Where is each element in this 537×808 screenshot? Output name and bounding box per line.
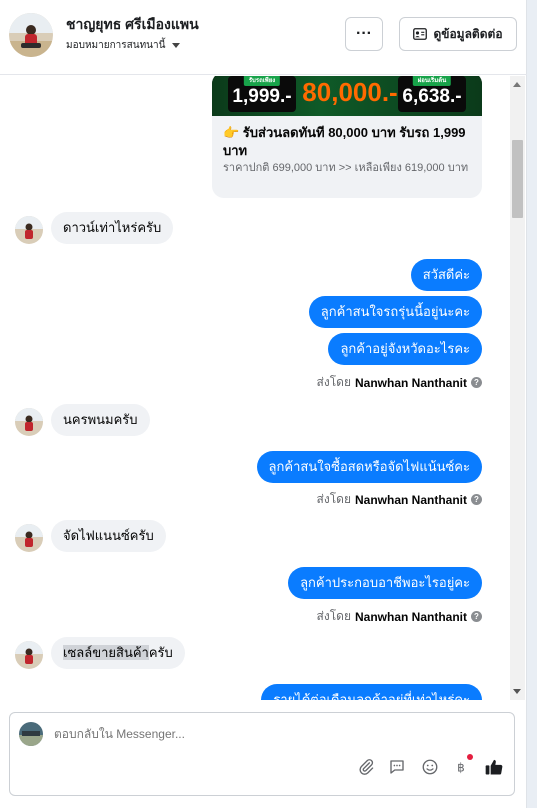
- page-avatar: [19, 722, 43, 746]
- outgoing-message[interactable]: ลูกค้าอยู่จังหวัดอะไรคะ: [328, 333, 482, 365]
- help-icon[interactable]: ?: [471, 611, 482, 622]
- promo-price-right: ผ่อนเริ่มต้น 6,638.-: [398, 76, 466, 112]
- message-list[interactable]: รับรถเพียง 1,999.- 80,000.- ผ่อนเริ่มต้น…: [0, 76, 510, 700]
- promo-price-mid: 80,000.-: [302, 77, 398, 107]
- sent-by-label: ส่งโดย Nanwhan Nanthanit?: [317, 373, 482, 392]
- scroll-thumb[interactable]: [512, 140, 523, 218]
- notification-dot: [467, 754, 473, 760]
- sent-by-label: ส่งโดย Nanwhan Nanthanit?: [317, 490, 482, 509]
- more-label: ···: [356, 25, 372, 42]
- view-contact-label: ดูข้อมูลติดต่อ: [433, 26, 503, 41]
- reply-composer: ฿: [9, 712, 515, 796]
- promo-card[interactable]: รับรถเพียง 1,999.- 80,000.- ผ่อนเริ่มต้น…: [212, 76, 482, 198]
- conversation-header: ชาญยุทธ ศรีเมืองแพน มอบหมายการสนทนานี้ ·…: [0, 0, 527, 75]
- incoming-message[interactable]: จัดไฟแนนซ์ครับ: [51, 520, 166, 552]
- message-row: นครพนมครับ: [0, 404, 510, 436]
- assign-conversation[interactable]: มอบหมายการสนทนานี้: [66, 38, 181, 53]
- scroll-up-arrow-icon[interactable]: [513, 82, 521, 87]
- contact-name: ชาญยุทธ ศรีเมืองแพน: [66, 16, 199, 32]
- promo-price-left: รับรถเพียง 1,999.-: [228, 76, 296, 112]
- incoming-message[interactable]: ดาวน์เท่าไหร่ครับ: [51, 212, 174, 244]
- assign-label: มอบหมายการสนทนานี้: [66, 40, 166, 51]
- contact-avatar-small: [15, 641, 43, 669]
- promo-title: 👉 รับส่วนลดทันที 80,000 บาท รับรถ 1,999 …: [223, 125, 466, 158]
- outgoing-message[interactable]: สวัสดีค่ะ: [410, 259, 482, 291]
- message-row: เซลล์ขายสินค้าครับ: [0, 637, 510, 669]
- help-icon[interactable]: ?: [471, 494, 482, 505]
- page-background-strip: [527, 0, 537, 808]
- reply-input[interactable]: [54, 727, 494, 741]
- chat-bubble-icon[interactable]: [387, 757, 407, 777]
- contact-avatar-small: [15, 408, 43, 436]
- messenger-panel: ชาญยุทธ ศรีเมืองแพน มอบหมายการสนทนานี้ ·…: [0, 0, 527, 808]
- sent-by-label: ส่งโดย Nanwhan Nanthanit?: [317, 607, 482, 626]
- contact-avatar-small: [15, 524, 43, 552]
- svg-text:฿: ฿: [457, 761, 465, 775]
- outgoing-message[interactable]: ลูกค้าประกอบอาชีพอะไรอยู่คะ: [288, 567, 482, 599]
- promo-banner-image: รับรถเพียง 1,999.- 80,000.- ผ่อนเริ่มต้น…: [212, 76, 482, 116]
- baht-icon[interactable]: ฿: [451, 754, 473, 777]
- contact-avatar-small: [15, 216, 43, 244]
- more-options-button[interactable]: ···: [345, 17, 383, 51]
- contact-card-icon: [413, 28, 428, 40]
- help-icon[interactable]: ?: [471, 377, 482, 388]
- message-row: จัดไฟแนนซ์ครับ: [0, 520, 510, 552]
- message-scrollbar[interactable]: [510, 76, 525, 700]
- outgoing-message[interactable]: ลูกค้าสนใจรถรุ่นนี้อยู่นะคะ: [308, 296, 482, 328]
- contact-avatar[interactable]: [9, 13, 53, 57]
- selected-text: เซลล์ขายสินค้า: [63, 645, 149, 660]
- scroll-down-arrow-icon[interactable]: [513, 689, 521, 694]
- caret-down-icon: [172, 43, 181, 48]
- promo-description: ราคาปกติ 699,000 บาท >> เหลือเพียง 619,0…: [223, 162, 469, 174]
- message-row: ดาวน์เท่าไหร่ครับ: [0, 212, 510, 244]
- smiley-icon[interactable]: [420, 757, 440, 777]
- thumbs-up-icon[interactable]: [484, 757, 504, 777]
- incoming-message[interactable]: นครพนมครับ: [51, 404, 150, 436]
- paperclip-icon[interactable]: [356, 757, 376, 777]
- outgoing-message[interactable]: ลูกค้าสนใจซื้อสดหรือจัดไฟแน้นซ์คะ: [256, 451, 482, 483]
- outgoing-message[interactable]: รายได้ต่อเดือนลูกค้าอยู่ที่เท่าไหร่คะ: [261, 684, 482, 700]
- incoming-message[interactable]: เซลล์ขายสินค้าครับ: [51, 637, 185, 669]
- view-contact-button[interactable]: ดูข้อมูลติดต่อ: [399, 17, 517, 51]
